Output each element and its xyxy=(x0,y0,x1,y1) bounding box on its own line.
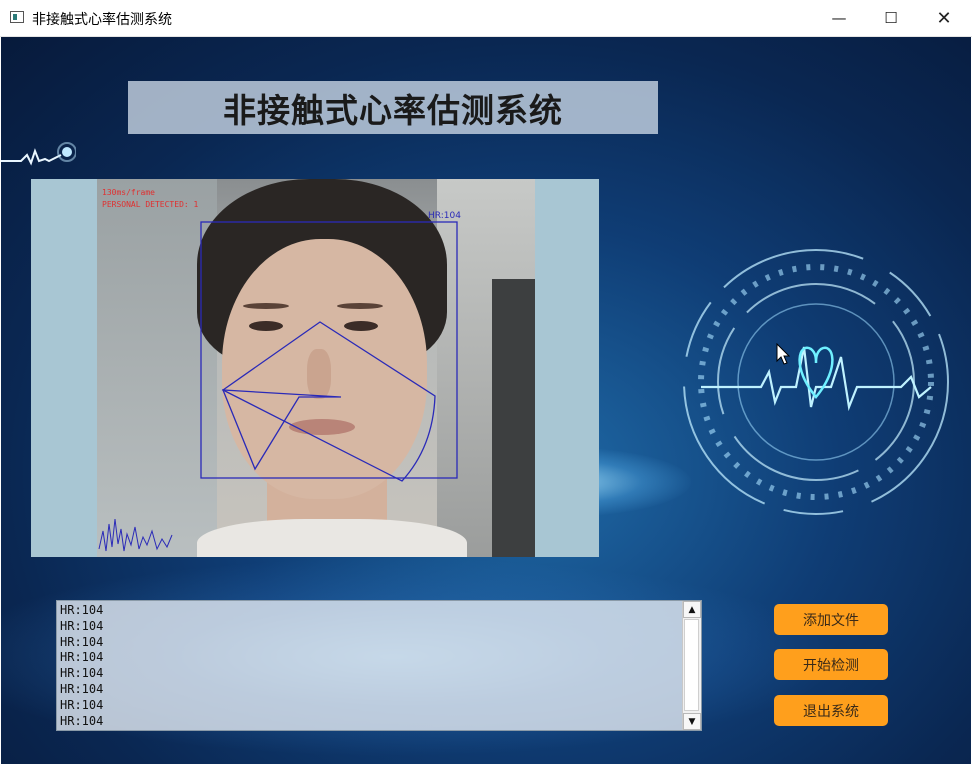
scroll-thumb[interactable] xyxy=(684,619,699,711)
mouse-cursor-icon xyxy=(776,343,790,365)
close-button[interactable]: ✕ xyxy=(918,0,970,36)
header-banner: 非接触式心率估测系统 xyxy=(128,81,658,134)
fps-readout: 130ms/frame xyxy=(102,188,155,197)
scroll-up-button[interactable]: ▲ xyxy=(683,601,701,618)
hr-overlay-label: HR:104 xyxy=(428,211,461,221)
main-stage: 非接触式心率估测系统 130ms/frame PERSONAL DETECTED… xyxy=(1,37,971,764)
page-title: 非接触式心率估测系统 xyxy=(223,90,563,130)
heartbeat-line-icon xyxy=(1,142,76,166)
add-file-button[interactable]: 添加文件 xyxy=(774,604,888,635)
log-line: HR:104 xyxy=(60,713,104,728)
start-detect-button[interactable]: 开始检测 xyxy=(774,649,888,680)
window-title: 非接触式心率估测系统 xyxy=(32,12,172,28)
minimize-button[interactable]: — xyxy=(813,0,865,36)
app-icon xyxy=(10,11,24,23)
window-titlebar: 非接触式心率估测系统 — ☐ ✕ xyxy=(0,0,972,37)
scroll-down-button[interactable]: ▼ xyxy=(683,713,701,730)
maximize-button[interactable]: ☐ xyxy=(865,0,917,36)
log-scrollbar[interactable]: ▲ ▼ xyxy=(682,601,701,730)
heart-rate-log[interactable]: HR:104 HR:104 HR:104 HR:104 HR:104 HR:104 HR:1… xyxy=(56,600,702,731)
log-line: HR:104 xyxy=(60,650,104,665)
face-detection-overlay xyxy=(98,221,458,552)
log-line: HR:104 xyxy=(60,697,104,712)
log-line: HR:104 xyxy=(60,634,104,649)
log-lines: HR:104 HR:104 HR:104 HR:104 HR:104 HR:104 HR:1… xyxy=(60,603,680,729)
detection-readout: PERSONAL DETECTED: 1 xyxy=(102,200,199,209)
video-feed: 130ms/frame PERSONAL DETECTED: 1 HR:104 xyxy=(97,179,535,557)
log-line: HR:104 xyxy=(60,618,104,633)
log-line: HR:104 xyxy=(60,603,104,617)
exit-system-button[interactable]: 退出系统 xyxy=(774,695,888,726)
log-line: HR:104 xyxy=(60,666,104,681)
log-line: HR:104 xyxy=(60,681,104,696)
heart-rate-hud-icon xyxy=(683,249,949,515)
